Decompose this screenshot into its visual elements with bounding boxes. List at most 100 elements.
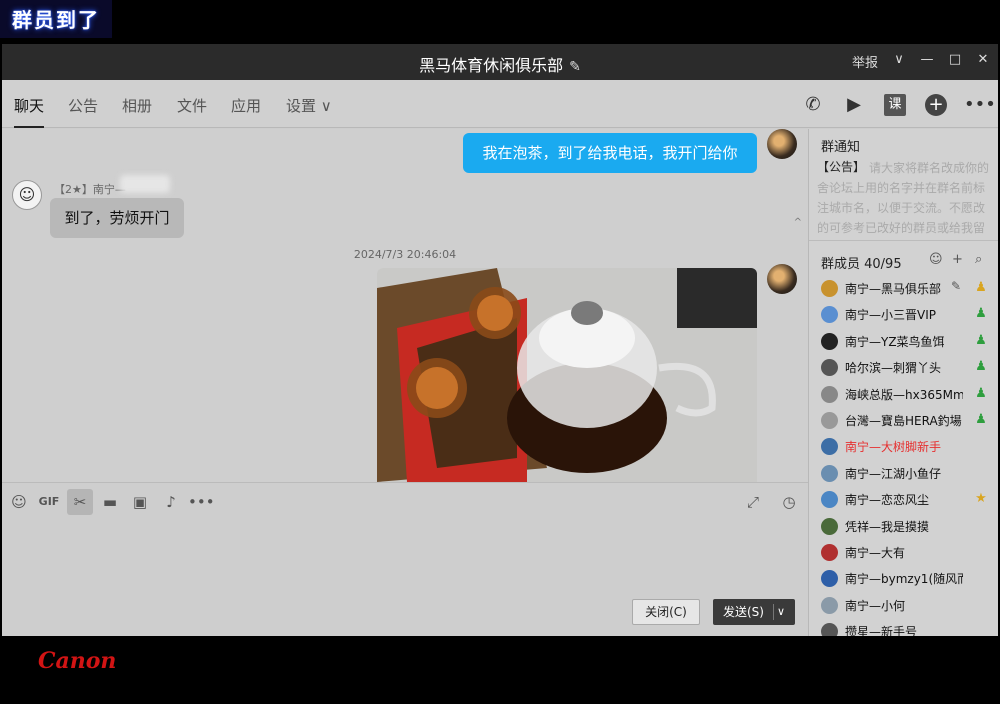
- member-name: 南宁—bymzy1(随风而至): [845, 572, 963, 587]
- member-item[interactable]: 南宁—黑马俱乐部 ✎ ♟: [821, 276, 993, 302]
- member-name: 南宁—恋恋风尘: [845, 493, 930, 508]
- member-item[interactable]: 南宁—大树脚新手: [821, 434, 993, 460]
- member-name: 台灣—寶島HERA釣場: [845, 414, 962, 428]
- scissors-icon[interactable]: ✂: [67, 489, 93, 515]
- member-avatar[interactable]: [821, 544, 838, 561]
- member-item[interactable]: 南宁—恋恋风尘 ★: [821, 487, 993, 513]
- send-button[interactable]: 发送(S) ∨: [713, 599, 795, 625]
- member-name: 南宁—小三晋VIP: [845, 308, 936, 323]
- member-avatar[interactable]: [821, 596, 838, 614]
- lesson-icon[interactable]: 课: [884, 94, 906, 116]
- sender-name: 【2★】南宁—: [54, 183, 126, 196]
- member-avatar[interactable]: [821, 623, 838, 636]
- member-name: 南宁—大有: [845, 546, 906, 560]
- admin-icon: ♟: [975, 359, 987, 375]
- member-avatar[interactable]: [821, 359, 838, 377]
- search-icon[interactable]: ⌕: [975, 252, 982, 267]
- member-item[interactable]: 南宁—bymzy1(随风而至): [821, 566, 993, 592]
- input-area[interactable]: ☺ GIF ✂ ▬ ▣ ♪ ••• ⤢ ◷ 关闭(C) 发送(S) ∨: [2, 482, 808, 636]
- member-avatar[interactable]: [821, 464, 838, 482]
- member-name: 凭祥—我是摸摸: [845, 519, 930, 534]
- group-name: 黑马体育休闲俱乐部: [419, 56, 564, 75]
- member-name: 海峡总版—hx365MmVI: [845, 387, 963, 402]
- pencil-icon[interactable]: ✎: [569, 59, 581, 75]
- close-button[interactable]: 关闭(C): [632, 599, 700, 625]
- bell-icon[interactable]: ♪: [158, 489, 184, 515]
- member-avatar[interactable]: [821, 438, 838, 456]
- chat-icon[interactable]: ☺: [929, 252, 943, 267]
- admin-icon: ♟: [975, 306, 987, 322]
- add-member-icon[interactable]: +: [952, 252, 963, 267]
- expand-icon[interactable]: ⤢: [740, 489, 766, 515]
- star-icon: ★: [975, 491, 987, 507]
- member-item[interactable]: 南宁—大有: [821, 540, 993, 566]
- member-item[interactable]: 南宁—江湖小鱼仔: [821, 461, 993, 487]
- member-item[interactable]: 攒星—新手号: [821, 619, 993, 636]
- tab-album[interactable]: 相册: [122, 95, 152, 116]
- my-avatar-2[interactable]: [767, 264, 797, 294]
- member-avatar[interactable]: [821, 412, 838, 429]
- member-item[interactable]: 凭祥—我是摸摸: [821, 514, 993, 540]
- scroll-up-icon[interactable]: ^: [794, 217, 802, 228]
- report-button[interactable]: 举报: [852, 52, 878, 71]
- member-name: 攒星—新手号: [845, 625, 918, 636]
- sender-avatar[interactable]: ☺: [12, 180, 42, 210]
- folder-icon[interactable]: ▬: [97, 489, 123, 515]
- group-title: 黑马体育休闲俱乐部 ✎: [2, 52, 998, 76]
- chevron-down-icon[interactable]: ∨: [777, 599, 785, 625]
- member-item[interactable]: 哈尔滨—刺猬丫头 ♟: [821, 355, 993, 381]
- qq-group-chat-window: 黑马体育休闲俱乐部 ✎ 举报 ∨ — □ ✕ 聊天 公告 相册 文件 应用 设置 …: [2, 44, 998, 636]
- clock-icon[interactable]: ◷: [776, 489, 802, 515]
- more-icon[interactable]: •••: [964, 94, 996, 116]
- member-name: 南宁—YZ菜鸟鱼饵: [845, 334, 945, 349]
- send-label: 发送(S): [723, 605, 764, 619]
- phone-icon[interactable]: ✆: [802, 94, 824, 116]
- member-item[interactable]: 海峡总版—hx365MmVI ♟: [821, 382, 993, 408]
- emoji-icon[interactable]: ☺: [6, 489, 32, 515]
- pencil-icon[interactable]: ✎: [951, 279, 961, 293]
- video-caption: 群员到了: [0, 0, 112, 38]
- member-avatar[interactable]: [821, 517, 838, 535]
- blurred-name: [120, 175, 170, 193]
- my-avatar[interactable]: [767, 129, 797, 159]
- members-heading: 群成员 40/95: [821, 257, 902, 272]
- group-sidebar: 群通知 请大家将群名改成你的舍论坛上用的名字并在群名前标注城市名，以便于交流。不…: [808, 129, 998, 636]
- more-icon[interactable]: •••: [188, 489, 215, 515]
- tea-photo[interactable]: [377, 268, 757, 482]
- tea-photo-image: [377, 268, 757, 482]
- admin-icon: ♟: [975, 385, 987, 401]
- notice-heading[interactable]: 群通知: [821, 136, 860, 155]
- message-area: 我在泡茶，到了给我电话，我开门给你 ☺ 【2★】南宁— 到了，劳烦开门 2024…: [2, 129, 808, 566]
- minimize-button[interactable]: —: [920, 52, 934, 71]
- gif-icon[interactable]: GIF: [36, 489, 62, 515]
- member-item[interactable]: 南宁—小三晋VIP ♟: [821, 302, 993, 328]
- chevron-down-icon[interactable]: ∨: [892, 52, 906, 71]
- notice-tag: 【公告】: [817, 160, 866, 174]
- member-name: 南宁—大树脚新手: [845, 440, 942, 455]
- tab-announcements[interactable]: 公告: [68, 95, 98, 116]
- image-icon[interactable]: ▣: [127, 489, 153, 515]
- plus-icon[interactable]: +: [925, 94, 947, 116]
- member-avatar[interactable]: [821, 385, 838, 403]
- member-item[interactable]: 南宁—小何: [821, 593, 993, 619]
- video-icon[interactable]: ▶: [843, 94, 865, 116]
- maximize-button[interactable]: □: [948, 52, 962, 71]
- send-divider: [773, 604, 774, 620]
- member-item[interactable]: 台灣—寶島HERA釣場 ♟: [821, 408, 993, 434]
- tab-settings[interactable]: 设置 ∨: [286, 95, 332, 116]
- member-avatar[interactable]: [821, 306, 838, 324]
- member-avatar[interactable]: [821, 491, 838, 509]
- tab-apps[interactable]: 应用: [231, 95, 261, 116]
- window-controls: 举报 ∨ — □ ✕: [852, 52, 990, 71]
- member-avatar[interactable]: [821, 570, 838, 588]
- outgoing-message: 我在泡茶，到了给我电话，我开门给你: [463, 133, 757, 173]
- member-avatar[interactable]: [821, 280, 838, 297]
- tab-files[interactable]: 文件: [177, 95, 207, 116]
- tab-chat[interactable]: 聊天: [14, 95, 45, 128]
- admin-icon: ♟: [975, 412, 987, 427]
- member-item[interactable]: 南宁—YZ菜鸟鱼饵 ♟: [821, 329, 993, 355]
- sidebar-divider: [809, 240, 998, 241]
- close-button[interactable]: ✕: [976, 52, 990, 71]
- member-name: 哈尔滨—刺猬丫头: [845, 361, 942, 376]
- member-avatar[interactable]: [821, 332, 838, 350]
